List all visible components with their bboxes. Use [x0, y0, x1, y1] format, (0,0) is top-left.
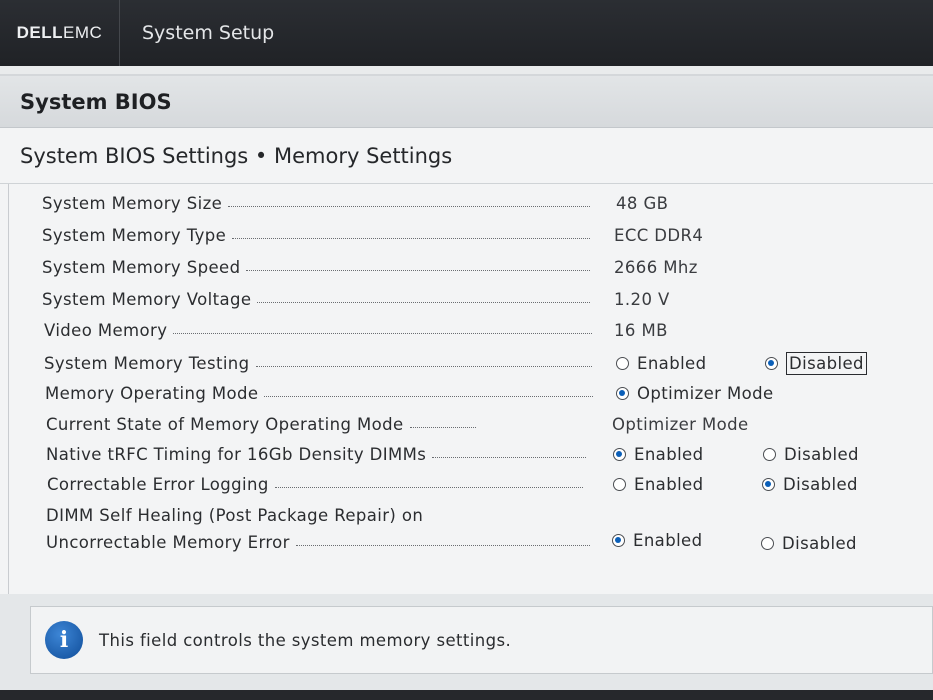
memory-testing-disabled-option[interactable]: Disabled: [765, 348, 867, 379]
option-label: Disabled: [782, 534, 857, 553]
radio-button-icon[interactable]: [763, 448, 776, 461]
help-text: This field controls the system memory se…: [99, 630, 512, 650]
setting-row-trfc-timing[interactable]: Native tRFC Timing for 16Gb Density DIMM…: [9, 439, 933, 470]
setting-row-video-memory: Video Memory 16 MB: [9, 315, 933, 346]
radio-button-selected-icon[interactable]: [765, 357, 778, 370]
trfc-enabled-option[interactable]: Enabled: [613, 439, 703, 470]
leader-dots: [264, 396, 593, 397]
error-logging-enabled-option[interactable]: Enabled: [613, 469, 703, 500]
setting-row-self-healing[interactable]: DIMM Self Healing (Post Package Repair) …: [9, 501, 933, 557]
setting-row-memory-type: System Memory Type ECC DDR4: [9, 220, 933, 251]
self-healing-disabled-option[interactable]: Disabled: [761, 528, 857, 559]
radio-button-selected-icon[interactable]: [762, 478, 775, 491]
settings-list: System Memory Size 48 GB System Memory T…: [8, 184, 933, 594]
bottom-strip: [0, 690, 933, 700]
operating-mode-optimizer-option[interactable]: Optimizer Mode: [616, 378, 774, 409]
option-label-focused: Disabled: [786, 352, 867, 375]
option-label: Enabled: [637, 354, 707, 373]
radio-button-icon[interactable]: [761, 537, 774, 550]
setting-label: Native tRFC Timing for 16Gb Density DIMM…: [46, 445, 427, 464]
radio-button-selected-icon[interactable]: [612, 534, 625, 547]
setting-label: Current State of Memory Operating Mode: [46, 415, 404, 434]
brand-dell: DELL: [16, 23, 64, 42]
setting-value: Optimizer Mode: [612, 415, 749, 434]
setting-label: System Memory Testing: [44, 354, 250, 373]
setting-label: Memory Operating Mode: [45, 384, 259, 403]
setting-row-memory-size: System Memory Size 48 GB: [9, 188, 933, 219]
setting-value: 1.20 V: [614, 290, 670, 309]
radio-button-selected-icon[interactable]: [613, 448, 626, 461]
self-healing-enabled-option[interactable]: Enabled: [612, 525, 702, 556]
setting-row-memory-voltage: System Memory Voltage 1.20 V: [9, 284, 933, 315]
setting-row-operating-mode[interactable]: Memory Operating Mode Optimizer Mode: [9, 378, 933, 409]
setting-row-error-logging[interactable]: Correctable Error Logging Enabled Disabl…: [9, 469, 933, 500]
leader-dots: [173, 333, 592, 334]
radio-button-selected-icon[interactable]: [616, 387, 629, 400]
option-label: Enabled: [634, 445, 704, 464]
page-title: System BIOS: [0, 76, 933, 128]
leader-dots: [274, 487, 583, 488]
leader-dots: [295, 544, 590, 546]
setting-label: System Memory Speed: [42, 258, 241, 277]
leader-dots: [228, 206, 590, 207]
setting-label: System Memory Size: [42, 194, 223, 213]
leader-dots: [409, 427, 476, 428]
trfc-disabled-option[interactable]: Disabled: [763, 439, 859, 470]
radio-button-icon[interactable]: [616, 357, 629, 370]
dell-emc-logo: DELL EMC: [0, 0, 120, 66]
option-label: Disabled: [783, 475, 858, 494]
breadcrumb: System BIOS Settings • Memory Settings: [0, 128, 933, 184]
brand-emc: EMC: [63, 23, 103, 42]
option-label: Optimizer Mode: [637, 384, 774, 403]
setting-label: Correctable Error Logging: [47, 475, 269, 494]
help-bar: i This field controls the system memory …: [0, 594, 933, 700]
leader-dots: [432, 457, 586, 458]
setting-row-current-mode: Current State of Memory Operating Mode O…: [9, 409, 933, 440]
option-label: Enabled: [634, 475, 704, 494]
setting-value: ECC DDR4: [614, 226, 704, 245]
memory-testing-enabled-option[interactable]: Enabled: [616, 348, 706, 379]
setting-row-memory-testing[interactable]: System Memory Testing Enabled Disabled: [9, 348, 933, 379]
app-title: System Setup: [142, 22, 275, 44]
leader-dots: [255, 366, 592, 367]
setting-label-line1: DIMM Self Healing (Post Package Repair) …: [46, 505, 424, 525]
leader-dots: [246, 270, 590, 271]
top-bar: DELL EMC System Setup: [0, 0, 933, 66]
setting-row-memory-speed: System Memory Speed 2666 Mhz: [9, 252, 933, 283]
info-icon: i: [45, 621, 83, 659]
leader-dots: [232, 238, 590, 239]
error-logging-disabled-option[interactable]: Disabled: [762, 469, 858, 500]
option-label: Enabled: [633, 531, 703, 550]
setting-label: Video Memory: [44, 321, 168, 340]
setting-value: 2666 Mhz: [614, 258, 698, 277]
setting-label: System Memory Type: [42, 226, 227, 245]
setting-value: 16 MB: [614, 321, 668, 340]
leader-dots: [257, 302, 590, 303]
setting-label-line2: Uncorrectable Memory Error: [46, 532, 290, 552]
setting-label: System Memory Voltage: [42, 290, 252, 309]
help-message-box: i This field controls the system memory …: [30, 606, 933, 674]
setting-value: 48 GB: [616, 194, 669, 213]
radio-button-icon[interactable]: [613, 478, 626, 491]
main-panel: System BIOS System BIOS Settings • Memor…: [0, 74, 933, 594]
option-label: Disabled: [784, 445, 859, 464]
